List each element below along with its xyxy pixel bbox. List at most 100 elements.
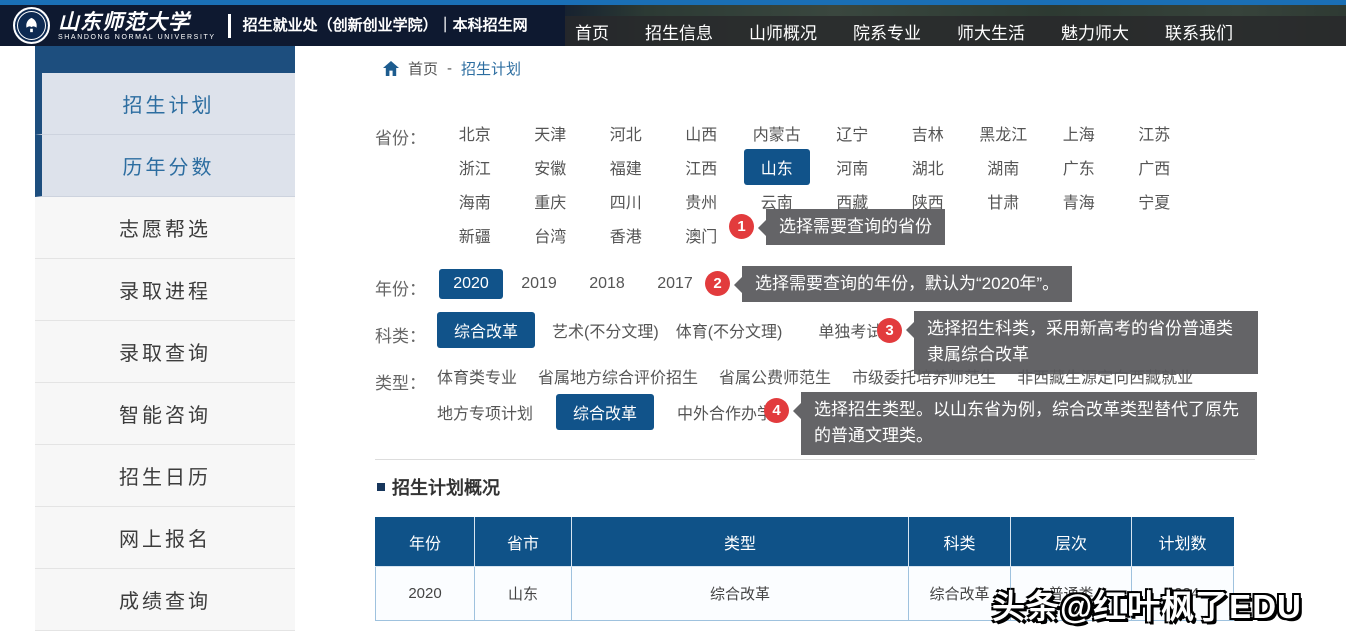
category-option[interactable]: 单独考试 — [818, 318, 882, 342]
category-option-selected[interactable]: 综合改革 — [437, 312, 535, 348]
logo-panel: 山东师范大学 SHANDONG NORMAL UNIVERSITY 招生就业处（… — [0, 5, 565, 46]
col-year: 年份 — [376, 517, 475, 567]
step-4-badge: 4 — [764, 398, 789, 423]
nav-item-home[interactable]: 首页 — [575, 19, 609, 44]
callout-3-tooltip: 选择招生科类，采用新高考的省份普通类隶属综合改革 — [914, 311, 1258, 374]
province-option[interactable]: 内蒙古 — [739, 121, 815, 145]
province-option[interactable]: 福建 — [588, 155, 664, 179]
breadcrumb-separator: - — [447, 60, 452, 77]
type-option[interactable]: 省属公费师范生 — [719, 364, 831, 388]
nav-item-campus-life[interactable]: 师大生活 — [957, 19, 1025, 44]
year-option[interactable]: 2017 — [641, 275, 709, 293]
breadcrumb: 首页 - 招生计划 — [383, 58, 521, 79]
province-option[interactable]: 浙江 — [437, 155, 513, 179]
province-option[interactable]: 广西 — [1117, 155, 1193, 179]
province-option[interactable]: 贵州 — [664, 189, 740, 213]
province-option[interactable]: 宁夏 — [1117, 189, 1193, 213]
callout-2-tooltip: 选择需要查询的年份，默认为“2020年”。 — [742, 266, 1072, 302]
section-title-text: 招生计划概况 — [392, 474, 500, 500]
province-option[interactable]: 江西 — [664, 155, 740, 179]
province-option[interactable]: 河北 — [588, 121, 664, 145]
nav-item-contact[interactable]: 联系我们 — [1165, 19, 1233, 44]
university-logo-icon — [13, 7, 50, 44]
home-icon[interactable] — [383, 61, 399, 76]
nav-item-departments[interactable]: 院系专业 — [853, 19, 921, 44]
type-row-2: 地方专项计划 综合改革 中外合作办学 — [437, 395, 773, 429]
type-option[interactable]: 体育类专业 — [437, 364, 517, 388]
breadcrumb-home[interactable]: 首页 — [408, 58, 438, 79]
province-row-1: 北京 天津 河北 山西 内蒙古 辽宁 吉林 黑龙江 上海 江苏 — [437, 116, 1192, 150]
dove-emblem-icon — [22, 16, 41, 35]
province-option[interactable]: 台湾 — [513, 223, 589, 247]
university-name-block: 山东师范大学 SHANDONG NORMAL UNIVERSITY — [58, 11, 216, 41]
nav-item-overview[interactable]: 山师概况 — [749, 19, 817, 44]
col-type: 类型 — [572, 517, 909, 567]
selected-year-badge[interactable]: 2020 — [439, 269, 503, 299]
province-option-selected[interactable]: 山东 — [739, 149, 815, 185]
sidebar-item-admission-plan[interactable]: 招生计划 — [35, 73, 295, 135]
sidebar: 招生计划 历年分数 志愿帮选 录取进程 录取查询 智能咨询 招生日历 网上报名 … — [35, 46, 295, 631]
university-name-en: SHANDONG NORMAL UNIVERSITY — [58, 34, 216, 41]
nav-item-charm[interactable]: 魅力师大 — [1061, 19, 1129, 44]
col-level: 层次 — [1011, 517, 1132, 567]
province-option[interactable]: 湖南 — [966, 155, 1042, 179]
site-header: 山东师范大学 SHANDONG NORMAL UNIVERSITY 招生就业处（… — [0, 5, 1346, 46]
type-option[interactable]: 省属地方综合评价招生 — [538, 364, 698, 388]
category-row: 综合改革 艺术(不分文理) 体育(不分文理) 单独考试 — [437, 314, 882, 346]
col-plan-count: 计划数 — [1132, 517, 1234, 567]
nav-item-admission-info[interactable]: 招生信息 — [645, 19, 713, 44]
selected-province-badge[interactable]: 山东 — [744, 149, 810, 185]
sidebar-header-block — [35, 46, 295, 73]
step-2-badge: 2 — [705, 271, 730, 296]
sidebar-item-online-signup[interactable]: 网上报名 — [35, 507, 295, 569]
province-option[interactable]: 山西 — [664, 121, 740, 145]
province-option[interactable]: 安徽 — [513, 155, 589, 179]
province-option[interactable]: 澳门 — [664, 223, 740, 247]
sidebar-item-admission-calendar[interactable]: 招生日历 — [35, 445, 295, 507]
step-1-badge: 1 — [729, 214, 754, 239]
year-option[interactable]: 2018 — [573, 275, 641, 293]
sidebar-item-admission-query[interactable]: 录取查询 — [35, 321, 295, 383]
province-option[interactable]: 黑龙江 — [966, 121, 1042, 145]
province-option[interactable]: 江苏 — [1117, 121, 1193, 145]
province-option[interactable]: 天津 — [513, 121, 589, 145]
section-divider — [375, 459, 1255, 460]
type-option[interactable]: 中外合作办学 — [677, 400, 773, 424]
province-option[interactable]: 河南 — [815, 155, 891, 179]
province-option[interactable]: 辽宁 — [815, 121, 891, 145]
square-bullet-icon — [377, 483, 385, 491]
province-option[interactable]: 甘肃 — [966, 189, 1042, 213]
province-option[interactable]: 湖北 — [890, 155, 966, 179]
type-option-selected[interactable]: 综合改革 — [556, 394, 654, 430]
province-option[interactable]: 北京 — [437, 121, 513, 145]
province-option[interactable]: 四川 — [588, 189, 664, 213]
sidebar-item-smart-consult[interactable]: 智能咨询 — [35, 383, 295, 445]
watermark: 头条@红叶枫了EDU — [992, 580, 1302, 628]
province-row-4: 新疆 台湾 香港 澳门 — [437, 218, 739, 252]
province-row-2: 浙江 安徽 福建 江西 山东 河南 湖北 湖南 广东 广西 — [437, 150, 1192, 184]
province-option[interactable]: 青海 — [1041, 189, 1117, 213]
top-nav: 首页 招生信息 山师概况 院系专业 师大生活 魅力师大 联系我们 — [575, 16, 1233, 46]
university-name-cn: 山东师范大学 — [58, 11, 216, 32]
province-option[interactable]: 香港 — [588, 223, 664, 247]
province-filter-label: 省份： — [375, 124, 426, 149]
table-header-row: 年份 省市 类型 科类 层次 计划数 — [376, 517, 1234, 567]
cell-type: 综合改革 — [572, 567, 909, 621]
sidebar-item-score-query[interactable]: 成绩查询 — [35, 569, 295, 631]
province-option[interactable]: 上海 — [1041, 121, 1117, 145]
category-option[interactable]: 艺术(不分文理) — [552, 318, 659, 342]
province-option[interactable]: 海南 — [437, 189, 513, 213]
province-option[interactable]: 吉林 — [890, 121, 966, 145]
province-option[interactable]: 广东 — [1041, 155, 1117, 179]
sidebar-item-past-scores[interactable]: 历年分数 — [35, 135, 295, 197]
step-3-badge: 3 — [877, 318, 902, 343]
year-option[interactable]: 2019 — [505, 275, 573, 293]
sidebar-item-admission-progress[interactable]: 录取进程 — [35, 259, 295, 321]
province-option[interactable]: 重庆 — [513, 189, 589, 213]
sidebar-item-volunteer-help[interactable]: 志愿帮选 — [35, 197, 295, 259]
province-option[interactable]: 新疆 — [437, 223, 513, 247]
breadcrumb-current: 招生计划 — [461, 58, 521, 79]
category-option[interactable]: 体育(不分文理) — [676, 318, 783, 342]
type-option[interactable]: 地方专项计划 — [437, 400, 533, 424]
year-option-selected[interactable]: 2020 — [437, 269, 505, 299]
